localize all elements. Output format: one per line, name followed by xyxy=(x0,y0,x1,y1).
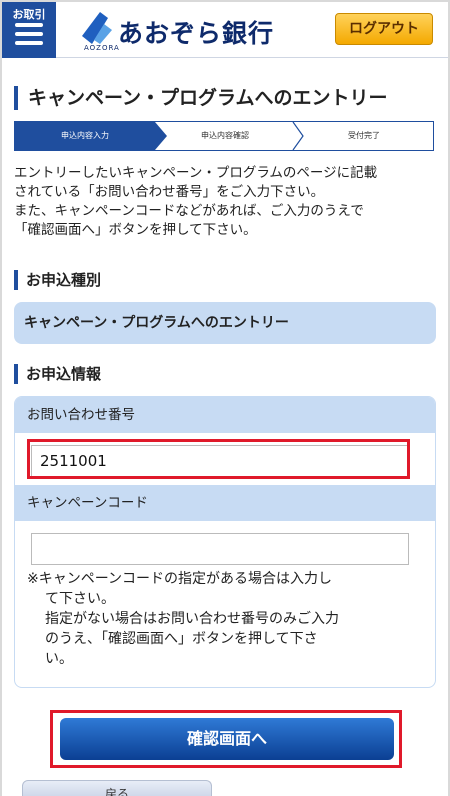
logout-button[interactable]: ログアウト xyxy=(335,13,433,45)
campaign-code-note: ※キャンペーンコードの指定がある場合は入力し て下さい。 指定がない場合はお問い… xyxy=(27,569,427,669)
aozora-logo-icon xyxy=(82,12,112,44)
inquiry-number-label: お問い合わせ番号 xyxy=(15,397,435,433)
campaign-code-label: キャンペーンコード xyxy=(15,485,435,521)
intro-line: 「確認画面へ」ボタンを押して下さい。 xyxy=(14,222,257,238)
hamburger-icon xyxy=(15,23,43,45)
intro-line: また、キャンペーンコードなどがあれば、ご入力のうえで xyxy=(14,203,364,219)
bank-sub-name: AOZORA xyxy=(84,44,120,52)
back-button[interactable]: 戻る xyxy=(22,780,212,796)
bank-logo: あおぞら銀行 AOZORA xyxy=(78,10,273,54)
main-content: キャンペーン・プログラムへのエントリー 申込内容入力 申込内容確認 受付完了 エ… xyxy=(2,58,448,796)
note-line: て下さい。 xyxy=(45,591,115,607)
step-confirm: 申込内容確認 xyxy=(201,131,249,140)
confirm-button-highlight xyxy=(50,710,402,768)
menu-button[interactable]: お取引 xyxy=(2,2,56,58)
application-info-heading: お申込情報 xyxy=(14,364,101,384)
note-line: い。 xyxy=(45,651,73,667)
campaign-code-input[interactable] xyxy=(31,533,409,565)
application-type-value: キャンペーン・プログラムへのエントリー xyxy=(14,302,436,344)
inquiry-input-highlight xyxy=(27,439,410,479)
application-type-heading: お申込種別 xyxy=(14,270,101,290)
page-title: キャンペーン・プログラムへのエントリー xyxy=(14,86,387,110)
step-arrow-icon xyxy=(155,122,167,150)
menu-label: お取引 xyxy=(12,8,46,21)
note-line: ※キャンペーンコードの指定がある場合は入力し xyxy=(27,571,333,587)
app-frame: お取引 あおぞら銀行 AOZORA ログアウト キャンペーン・プログラムへのエン… xyxy=(2,2,448,796)
intro-line: されている「お問い合わせ番号」をご入力下さい。 xyxy=(14,184,325,200)
intro-text: エントリーしたいキャンペーン・プログラムのページに記載 されている「お問い合わせ… xyxy=(14,164,436,240)
step-complete: 受付完了 xyxy=(348,131,380,140)
header: お取引 あおぞら銀行 AOZORA ログアウト xyxy=(2,2,448,58)
note-line: 指定がない場合はお問い合わせ番号のみご入力 xyxy=(45,611,339,627)
step-input: 申込内容入力 xyxy=(15,122,155,150)
note-line: のうえ、「確認画面へ」ボタンを押して下さ xyxy=(45,631,318,647)
progress-steps: 申込内容入力 申込内容確認 受付完了 xyxy=(14,121,434,151)
bank-name: あおぞら銀行 xyxy=(118,19,275,48)
intro-line: エントリーしたいキャンペーン・プログラムのページに記載 xyxy=(14,165,378,181)
step-arrow-icon xyxy=(292,122,304,150)
